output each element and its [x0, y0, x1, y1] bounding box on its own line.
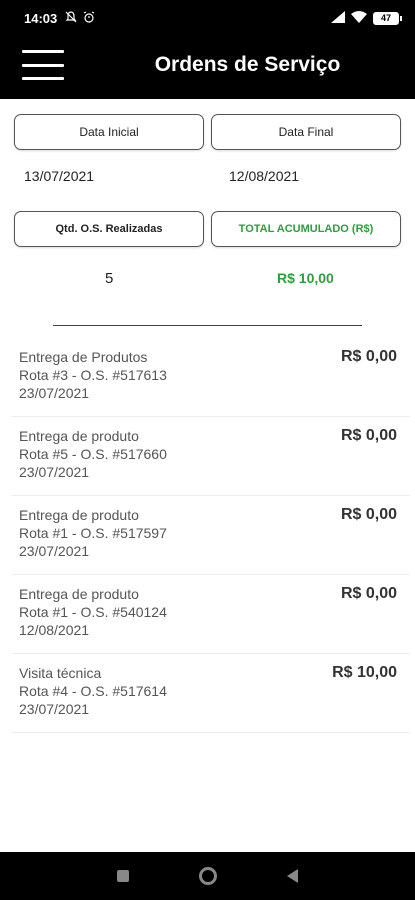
- list-item[interactable]: Visita técnica Rota #4 - O.S. #517614 23…: [12, 654, 410, 733]
- os-count-value: 5: [105, 270, 114, 287]
- back-icon[interactable]: [287, 869, 298, 883]
- order-amount: R$ 0,00: [340, 348, 397, 365]
- signal-icon: [331, 10, 345, 26]
- start-date-button[interactable]: Data Inicial: [14, 114, 204, 150]
- end-date-button[interactable]: Data Final: [211, 114, 401, 150]
- order-route: Rota #1 - O.S. #517597: [19, 525, 167, 541]
- notifications-off-icon: [65, 10, 77, 26]
- order-amount: R$ 0,00: [340, 427, 397, 444]
- list-item[interactable]: Entrega de produto Rota #5 - O.S. #51766…: [12, 417, 410, 496]
- home-icon[interactable]: [199, 867, 217, 885]
- start-date-value: 13/07/2021: [24, 168, 95, 184]
- order-route: Rota #4 - O.S. #517614: [19, 683, 167, 699]
- end-date-value: 12/08/2021: [229, 168, 300, 184]
- alarm-icon: [83, 10, 95, 26]
- os-count-button[interactable]: Qtd. O.S. Realizadas: [14, 211, 204, 247]
- total-accumulated-value: R$ 10,00: [277, 270, 334, 286]
- orders-list: Entrega de Produtos Rota #3 - O.S. #5176…: [12, 338, 410, 733]
- total-accumulated-button[interactable]: TOTAL ACUMULADO (R$): [211, 211, 401, 247]
- list-item[interactable]: Entrega de produto Rota #1 - O.S. #54012…: [12, 575, 410, 654]
- divider: [53, 325, 362, 326]
- battery-icon: 47: [373, 11, 402, 25]
- order-date: 23/07/2021: [19, 701, 90, 717]
- order-route: Rota #3 - O.S. #517613: [19, 367, 167, 383]
- wifi-icon: [351, 10, 367, 26]
- status-time: 14:03: [24, 10, 58, 26]
- order-amount: R$ 0,00: [340, 506, 397, 523]
- menu-icon[interactable]: [22, 50, 64, 80]
- order-route: Rota #5 - O.S. #517660: [19, 446, 167, 462]
- order-amount: R$ 0,00: [340, 585, 397, 602]
- order-date: 23/07/2021: [19, 543, 90, 559]
- order-date: 23/07/2021: [19, 464, 90, 480]
- order-amount: R$ 10,00: [332, 664, 397, 681]
- status-bar: 14:03 47: [0, 0, 415, 36]
- list-item[interactable]: Entrega de produto Rota #1 - O.S. #51759…: [12, 496, 410, 575]
- list-item[interactable]: Entrega de Produtos Rota #3 - O.S. #5176…: [12, 338, 410, 417]
- app-bar: Ordens de Serviço: [0, 36, 415, 99]
- order-date: 12/08/2021: [19, 622, 90, 638]
- recents-icon[interactable]: [117, 870, 129, 882]
- order-route: Rota #1 - O.S. #540124: [19, 604, 167, 620]
- page-title: Ordens de Serviço: [154, 53, 341, 76]
- system-nav-bar: [0, 852, 415, 900]
- order-date: 23/07/2021: [19, 385, 90, 401]
